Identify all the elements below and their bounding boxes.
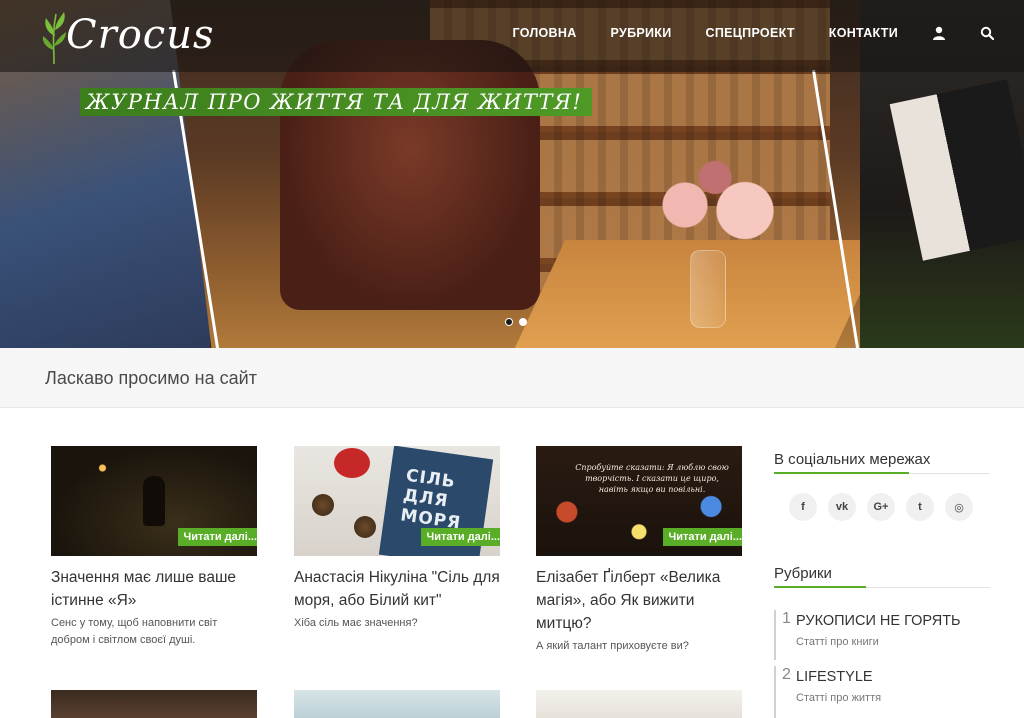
instagram-icon[interactable]: ◎	[945, 493, 973, 521]
hero-armchair	[280, 40, 540, 310]
thumbnail-candle	[334, 448, 370, 478]
post-title[interactable]: Елізабет Ґілберт «Велика магія», або Як …	[536, 566, 742, 635]
site-logo[interactable]: Crocus	[40, 6, 220, 66]
nav-home[interactable]: ГОЛОВНА	[513, 26, 577, 40]
slider-dot-2[interactable]	[519, 318, 527, 326]
search-icon[interactable]	[980, 26, 994, 40]
hero-flowers	[640, 150, 790, 260]
category-item[interactable]: 1 РУКОПИСИ НЕ ГОРЯТЬ Статті про книги	[774, 610, 990, 660]
read-more-button[interactable]: Читати далі...	[663, 528, 742, 546]
facebook-icon[interactable]: f	[789, 493, 817, 521]
nav-contacts[interactable]: КОНТАКТИ	[829, 26, 898, 40]
hero-vase	[690, 250, 726, 328]
post-excerpt: Хіба сіль має значення?	[294, 617, 418, 629]
post-title[interactable]: Анастасія Нікуліна "Сіль для моря, або Б…	[294, 566, 500, 612]
vk-icon[interactable]: vk	[828, 493, 856, 521]
category-number: 1	[782, 610, 791, 627]
post-card: СІЛЬ ДЛЯ МОРЯ Читати далі... Анастасія Н…	[294, 446, 500, 632]
thumbnail-person	[143, 476, 165, 526]
nav-categories[interactable]: РУБРИКИ	[611, 26, 672, 40]
nav-special-project[interactable]: СПЕЦПРОЕКТ	[706, 26, 795, 40]
social-links: f vk G+ t ◎	[789, 493, 973, 521]
site-tagline: ЖУРНАЛ ПРО ЖИТТЯ ТА ДЛЯ ЖИТТЯ!	[80, 88, 593, 116]
twitter-icon[interactable]: t	[906, 493, 934, 521]
heading-underline	[774, 472, 990, 474]
post-thumbnail[interactable]	[51, 690, 257, 718]
user-icon[interactable]	[932, 26, 946, 40]
slider-dots	[505, 318, 527, 326]
google-plus-icon[interactable]: G+	[867, 493, 895, 521]
category-subtitle: Статті про книги	[796, 636, 879, 648]
post-thumbnail[interactable]: Читати далі...	[51, 446, 257, 556]
post-card: Читати далі... Значення має лише ваше іс…	[51, 446, 257, 649]
thumbnail-pinecone	[312, 494, 334, 516]
heading-underline	[774, 586, 990, 588]
welcome-text: Ласкаво просимо на сайт	[45, 368, 257, 388]
thumbnail-pinecone	[354, 516, 376, 538]
post-thumbnail[interactable]	[294, 690, 500, 718]
category-subtitle: Статті про життя	[796, 692, 882, 704]
post-title[interactable]: Значення має лише ваше істинне «Я»	[51, 566, 257, 612]
read-more-button[interactable]: Читати далі...	[421, 528, 500, 546]
post-thumbnail[interactable]	[536, 690, 742, 718]
category-item[interactable]: 2 LIFESTYLE Статті про життя	[774, 666, 990, 718]
main-nav: ГОЛОВНА РУБРИКИ СПЕЦПРОЕКТ КОНТАКТИ	[479, 0, 994, 66]
post-card: Спробуйте сказати: Я люблю свою творчіст…	[536, 446, 742, 655]
read-more-button[interactable]: Читати далі...	[178, 528, 257, 546]
thumbnail-quote: Спробуйте сказати: Я люблю свою творчіст…	[575, 463, 729, 494]
post-thumbnail[interactable]: Спробуйте сказати: Я люблю свою творчіст…	[536, 446, 742, 556]
category-name[interactable]: LIFESTYLE	[796, 669, 873, 685]
post-excerpt: Сенс у тому, щоб наповнити світ добром і…	[51, 617, 218, 646]
categories-heading: Рубрики	[774, 565, 832, 582]
top-navbar: Crocus ГОЛОВНА РУБРИКИ СПЕЦПРОЕКТ КОНТАК…	[0, 0, 1024, 72]
post-thumbnail[interactable]: СІЛЬ ДЛЯ МОРЯ Читати далі...	[294, 446, 500, 556]
welcome-bar: Ласкаво просимо на сайт	[0, 348, 1024, 408]
social-heading: В соціальних мережах	[774, 451, 931, 468]
slider-dot-1[interactable]	[505, 318, 513, 326]
category-name[interactable]: РУКОПИСИ НЕ ГОРЯТЬ	[796, 613, 961, 629]
logo-text: Crocus	[66, 12, 215, 58]
category-number: 2	[782, 666, 791, 683]
post-excerpt: А який талант приховуєте ви?	[536, 640, 689, 652]
